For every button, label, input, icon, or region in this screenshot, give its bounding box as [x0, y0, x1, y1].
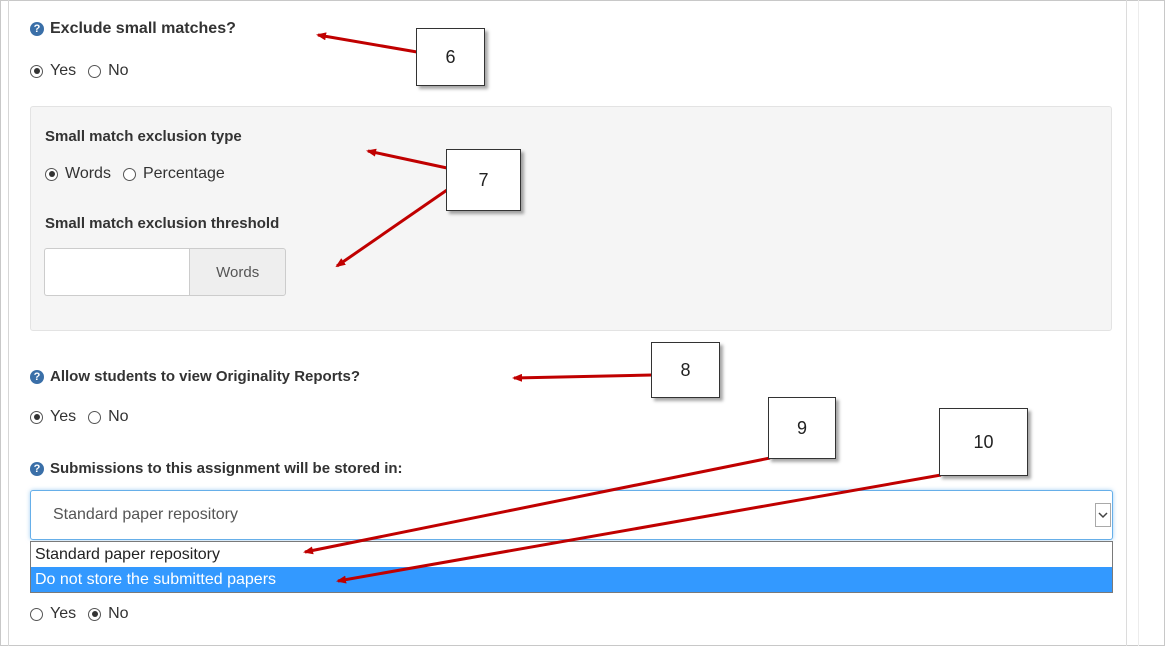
bottom-no-radio[interactable] — [88, 607, 102, 621]
callout-9: 9 — [768, 397, 836, 459]
exclusion-type-percentage-radio[interactable] — [122, 167, 136, 181]
originality-yes-option[interactable]: Yes — [30, 408, 76, 426]
callout-8: 8 — [651, 342, 720, 398]
exclusion-threshold-input[interactable] — [44, 248, 190, 296]
exclude-small-yes-label: Yes — [50, 62, 77, 79]
exclude-small-matches-heading: ? Exclude small matches? — [30, 20, 236, 38]
callout-6: 6 — [416, 28, 485, 86]
repository-heading: ? Submissions to this assignment will be… — [30, 460, 403, 477]
left-divider — [8, 0, 9, 646]
exclusion-type-label: Small match exclusion type — [45, 128, 242, 145]
question-circle-icon[interactable]: ? — [30, 461, 44, 476]
exclude-small-no-radio[interactable] — [88, 64, 102, 78]
exclude-small-matches-label: Exclude small matches? — [50, 20, 236, 37]
exclude-small-yes-option[interactable]: Yes — [30, 62, 76, 80]
repository-option-do-not-store[interactable]: Do not store the submitted papers — [31, 567, 1112, 592]
right-divider — [1126, 0, 1127, 646]
exclusion-type-percentage-label: Percentage — [142, 165, 225, 182]
bottom-yes-radio[interactable] — [30, 607, 43, 621]
exclusion-type-words-option[interactable]: Words — [45, 165, 111, 183]
repository-select-value: Standard paper repository — [53, 506, 238, 523]
originality-no-label: No — [108, 408, 129, 425]
bottom-yes-option[interactable]: Yes — [30, 605, 76, 623]
callout-10: 10 — [939, 408, 1028, 476]
exclusion-threshold-addon: Words — [189, 248, 286, 296]
exclusion-type-words-radio[interactable] — [45, 167, 58, 181]
exclude-small-matches-radio-group: Yes No — [30, 62, 141, 80]
originality-radio-group: Yes No — [30, 408, 141, 426]
callout-7: 7 — [446, 149, 521, 211]
repository-dropdown-list: Standard paper repository Do not store t… — [30, 541, 1113, 593]
chevron-down-icon[interactable] — [1095, 503, 1111, 527]
question-circle-icon[interactable]: ? — [30, 22, 44, 36]
exclusion-type-percentage-option[interactable]: Percentage — [122, 165, 225, 183]
repository-option-standard[interactable]: Standard paper repository — [31, 542, 1112, 567]
originality-no-option[interactable]: No — [88, 408, 129, 426]
repository-label: Submissions to this assignment will be s… — [50, 460, 403, 477]
originality-no-radio[interactable] — [88, 410, 102, 424]
exclusion-threshold-label: Small match exclusion threshold — [45, 215, 280, 232]
bottom-no-option[interactable]: No — [88, 605, 129, 623]
exclude-small-no-label: No — [108, 62, 129, 79]
exclude-small-yes-radio[interactable] — [30, 64, 43, 78]
repository-select[interactable]: Standard paper repository — [30, 490, 1113, 540]
originality-label: Allow students to view Originality Repor… — [50, 368, 361, 385]
originality-heading: ? Allow students to view Originality Rep… — [30, 368, 360, 385]
exclusion-type-words-label: Words — [65, 165, 111, 182]
exclusion-threshold-input-group: Words — [44, 248, 286, 296]
bottom-no-label: No — [108, 605, 129, 622]
bottom-yes-label: Yes — [50, 605, 77, 622]
right-divider-secondary — [1138, 0, 1139, 646]
originality-yes-radio[interactable] — [30, 410, 43, 424]
exclude-small-no-option[interactable]: No — [88, 62, 129, 80]
exclusion-type-radio-group: Words Percentage — [45, 165, 237, 183]
question-circle-icon[interactable]: ? — [30, 369, 44, 384]
bottom-radio-group: Yes No — [30, 605, 141, 623]
originality-yes-label: Yes — [50, 408, 77, 425]
